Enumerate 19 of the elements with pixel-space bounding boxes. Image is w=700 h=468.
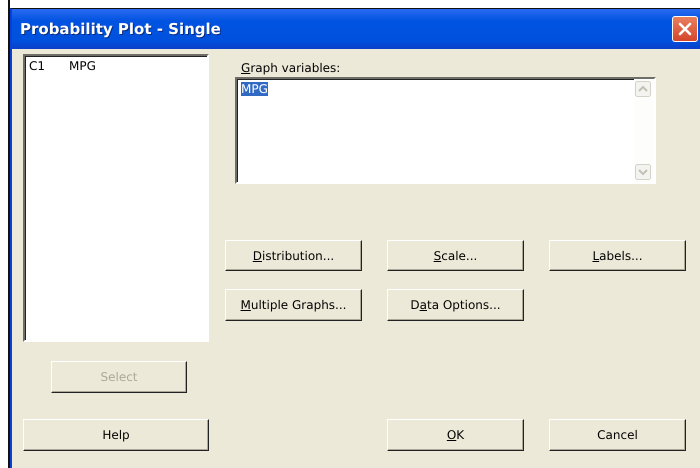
option-button[interactable]: Distribution...: [225, 240, 362, 271]
graph-variables-label: Graph variables:: [241, 61, 342, 75]
option-button[interactable]: Labels...: [549, 240, 686, 271]
scroll-down-icon[interactable]: [635, 164, 651, 180]
dialog-button[interactable]: OK: [387, 419, 524, 451]
dialog-button[interactable]: Help: [23, 419, 209, 451]
close-button[interactable]: [672, 16, 698, 42]
dialog-button[interactable]: Cancel: [549, 419, 686, 451]
option-button[interactable]: Multiple Graphs...: [225, 289, 362, 321]
column-id: C1: [29, 59, 46, 73]
variable-name: MPG: [69, 59, 96, 73]
scroll-up-icon[interactable]: [635, 81, 651, 97]
field-value: MPG: [241, 82, 268, 96]
window-title: Probability Plot - Single: [20, 20, 221, 38]
option-button[interactable]: Data Options...: [387, 289, 524, 321]
option-button[interactable]: Scale...: [387, 240, 524, 271]
close-icon: [677, 21, 693, 37]
graph-variables-field[interactable]: MPG: [235, 77, 656, 184]
variable-list[interactable]: C1 MPG: [23, 54, 209, 342]
